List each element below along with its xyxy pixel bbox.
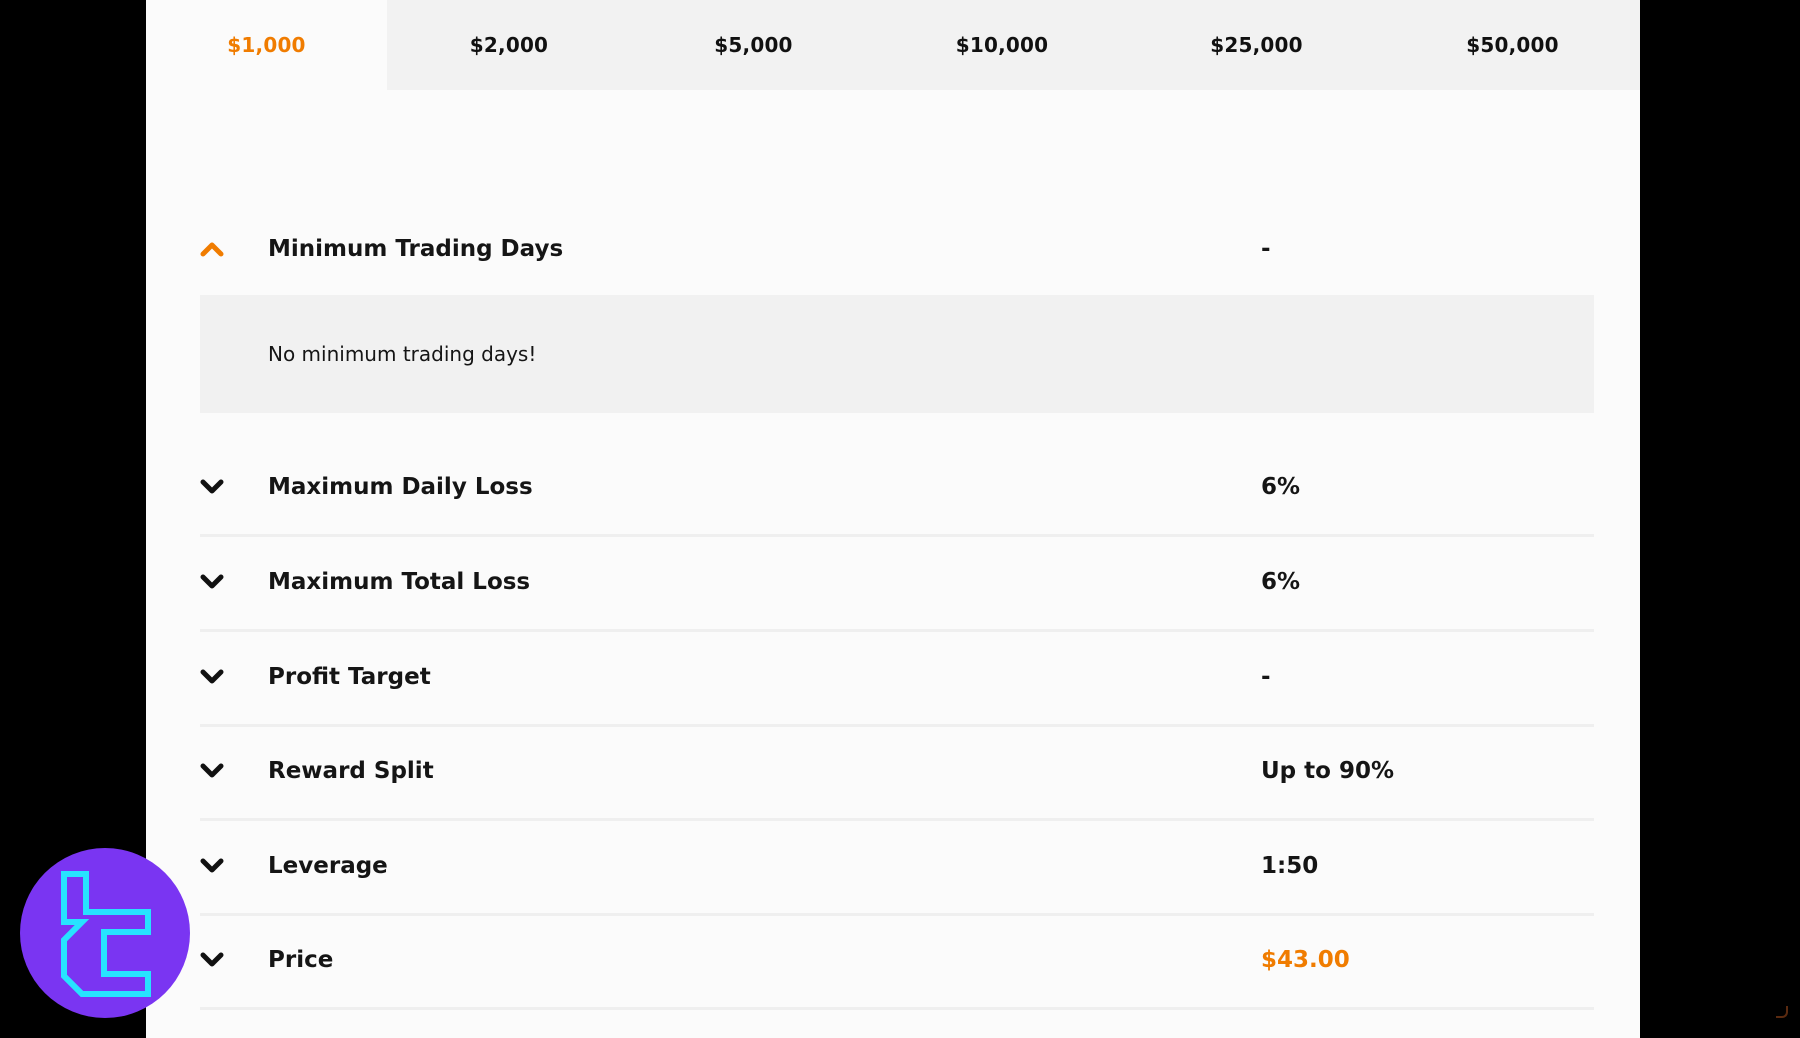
rule-row-profit-target[interactable]: Profit Target -	[200, 630, 1594, 727]
chevron-down-icon	[200, 762, 224, 780]
rule-detail-text: No minimum trading days!	[268, 342, 537, 366]
tab-2000[interactable]: $2,000	[387, 0, 631, 90]
rule-value: -	[1261, 664, 1271, 690]
rule-label: Leverage	[268, 853, 388, 879]
rule-value: Up to 90%	[1261, 758, 1395, 784]
rule-value: 6%	[1261, 569, 1301, 595]
chevron-down-icon	[200, 573, 224, 591]
tab-5000[interactable]: $5,000	[631, 0, 876, 90]
rule-row-reward-split[interactable]: Reward Split Up to 90%	[200, 724, 1594, 821]
corner-mark	[1776, 1006, 1788, 1018]
chevron-down-icon	[200, 478, 224, 496]
price-value: $43.00	[1261, 947, 1350, 973]
rule-row-maximum-daily-loss[interactable]: Maximum Daily Loss 6%	[200, 440, 1594, 537]
rule-row-maximum-total-loss[interactable]: Maximum Total Loss 6%	[200, 535, 1594, 632]
rule-label: Maximum Daily Loss	[268, 474, 533, 500]
challenge-card: $1,000 $2,000 $5,000 $10,000 $25,000 $50…	[146, 0, 1640, 1038]
chevron-down-icon	[200, 857, 224, 875]
tab-1000[interactable]: $1,000	[146, 0, 387, 90]
tab-25000[interactable]: $25,000	[1128, 0, 1385, 90]
rule-label: Reward Split	[268, 758, 434, 784]
rule-value: 1:50	[1261, 853, 1319, 879]
chevron-down-icon	[200, 951, 224, 969]
rule-row-price[interactable]: Price $43.00	[200, 913, 1594, 1010]
rule-label: Maximum Total Loss	[268, 569, 531, 595]
chevron-down-icon	[200, 668, 224, 686]
rule-value: 6%	[1261, 474, 1301, 500]
brand-logo-icon	[20, 848, 190, 1018]
rule-row-leverage[interactable]: Leverage 1:50	[200, 819, 1594, 916]
rule-label: Profit Target	[268, 664, 431, 690]
rule-detail-panel: No minimum trading days!	[200, 295, 1594, 413]
rule-label: Minimum Trading Days	[268, 236, 564, 262]
account-size-tabs: $1,000 $2,000 $5,000 $10,000 $25,000 $50…	[146, 0, 1640, 90]
chevron-up-icon	[200, 240, 224, 258]
tab-50000[interactable]: $50,000	[1385, 0, 1640, 90]
rule-value: -	[1261, 236, 1271, 262]
rule-row-minimum-trading-days[interactable]: Minimum Trading Days -	[200, 202, 1594, 296]
rule-label: Price	[268, 947, 334, 973]
tab-10000[interactable]: $10,000	[876, 0, 1128, 90]
